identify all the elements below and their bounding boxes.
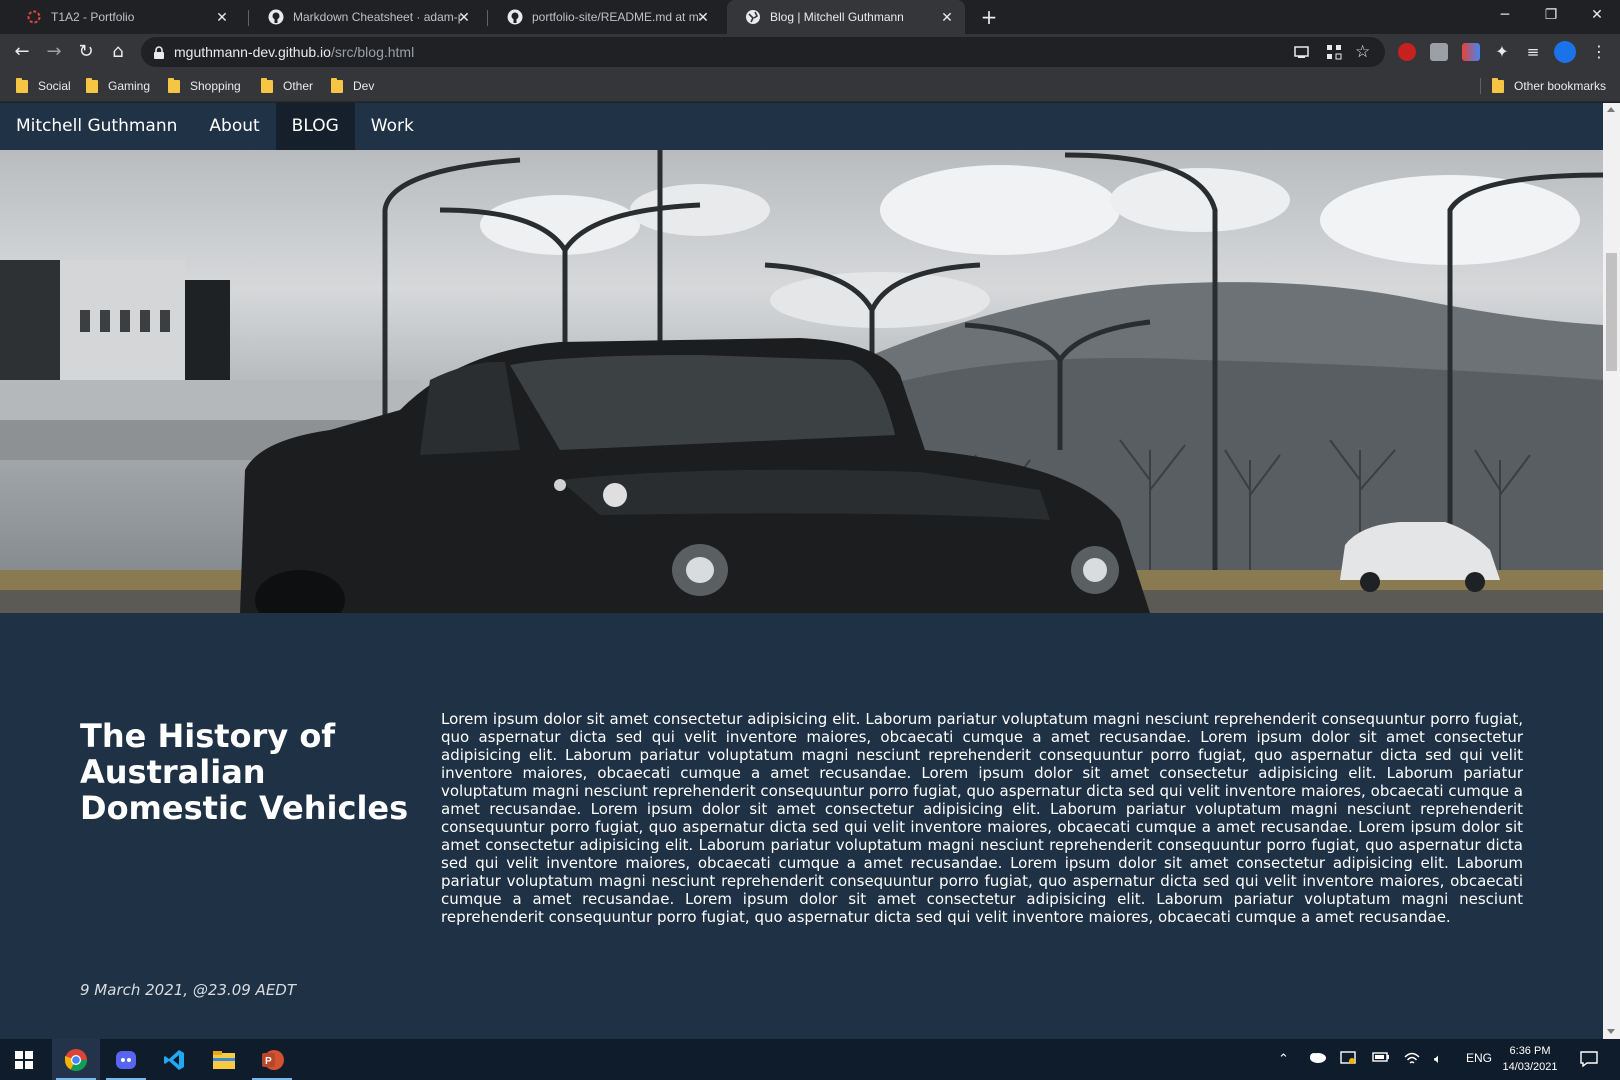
globe-icon bbox=[745, 9, 761, 25]
battery-icon[interactable] bbox=[1372, 1051, 1390, 1066]
url-host: mguthmann-dev.github.io bbox=[174, 44, 331, 60]
folder-icon bbox=[1492, 77, 1504, 93]
hero-image bbox=[0, 150, 1603, 613]
tab-divider bbox=[248, 10, 249, 26]
bookmark-gaming[interactable]: Gaming bbox=[86, 77, 150, 95]
reload-icon[interactable]: ↻ bbox=[72, 38, 100, 66]
onedrive-cloud-icon[interactable] bbox=[1308, 1051, 1326, 1066]
menu-icon[interactable]: ⋮ bbox=[1590, 43, 1608, 61]
profile-avatar[interactable] bbox=[1554, 41, 1576, 63]
volume-icon[interactable]: 🔈︎ bbox=[1434, 1051, 1442, 1067]
folder-icon bbox=[331, 77, 343, 93]
folder-icon bbox=[86, 77, 98, 93]
clock-date: 14/03/2021 bbox=[1502, 1061, 1558, 1073]
bookmark-shopping[interactable]: Shopping bbox=[168, 77, 241, 95]
bookmark-star-icon[interactable]: ☆ bbox=[1355, 43, 1373, 61]
bookmark-label: Other bookmarks bbox=[1514, 79, 1607, 93]
tab-title: T1A2 - Portfolio bbox=[51, 10, 135, 24]
bookmark-label: Shopping bbox=[190, 79, 241, 93]
bookmark-label: Gaming bbox=[108, 79, 151, 93]
close-icon[interactable]: ✕ bbox=[939, 9, 955, 25]
tab-title: portfolio-site/README.md at ma bbox=[532, 10, 700, 24]
forward-arrow-icon[interactable]: → bbox=[40, 38, 68, 66]
nav-about[interactable]: About bbox=[193, 103, 275, 150]
windows-start-icon[interactable] bbox=[0, 1039, 48, 1080]
minimize-icon[interactable]: ─ bbox=[1482, 0, 1528, 30]
tab-blog[interactable]: Blog | Mitchell Guthmann ✕ bbox=[727, 0, 965, 34]
security-icon[interactable] bbox=[1340, 1051, 1356, 1068]
browser-toolbar: ← → ↻ ⌂ mguthmann-dev.github.io/src/blog… bbox=[0, 34, 1620, 70]
tab-title: Blog | Mitchell Guthmann bbox=[770, 10, 904, 24]
clock-time: 6:36 PM bbox=[1509, 1045, 1551, 1057]
site-nav: Mitchell Guthmann About BLOG Work bbox=[0, 103, 1603, 150]
cast-icon[interactable] bbox=[1293, 43, 1311, 61]
wifi-icon[interactable] bbox=[1404, 1051, 1420, 1068]
tab-t1a2[interactable]: T1A2 - Portfolio ✕ bbox=[8, 0, 240, 34]
powerpoint-icon[interactable]: P bbox=[248, 1039, 296, 1080]
chrome-icon[interactable] bbox=[52, 1039, 100, 1080]
url-text: mguthmann-dev.github.io/src/blog.html bbox=[174, 44, 414, 60]
restore-icon[interactable]: ❐ bbox=[1528, 0, 1574, 30]
github-icon bbox=[268, 9, 284, 25]
notifications-icon[interactable] bbox=[1580, 1051, 1598, 1070]
github-icon bbox=[507, 9, 523, 25]
folder-icon bbox=[168, 77, 180, 93]
scrollbar-thumb[interactable] bbox=[1606, 253, 1617, 371]
post-title: The History of Australian Domestic Vehic… bbox=[80, 717, 409, 827]
nav-home-brand[interactable]: Mitchell Guthmann bbox=[0, 103, 193, 150]
qr-code-icon[interactable] bbox=[1325, 43, 1343, 61]
clock[interactable]: 6:36 PM 14/03/2021 bbox=[1495, 1043, 1565, 1075]
puzzle-icon[interactable]: ✦ bbox=[1493, 43, 1511, 61]
bookmark-label: Social bbox=[38, 79, 71, 93]
tab-readme[interactable]: portfolio-site/README.md at ma ✕ bbox=[489, 0, 721, 34]
address-bar[interactable]: mguthmann-dev.github.io/src/blog.html ☆ bbox=[141, 37, 1385, 67]
folder-icon bbox=[16, 77, 28, 93]
bookmark-label: Other bbox=[283, 79, 314, 93]
nav-work[interactable]: Work bbox=[355, 103, 430, 150]
post-date: 9 March 2021, @23.09 AEDT bbox=[80, 981, 297, 999]
bookmark-label: Dev bbox=[353, 79, 375, 93]
chevron-up-icon[interactable]: ⌃ bbox=[1278, 1051, 1289, 1067]
loading-ring-icon bbox=[26, 9, 42, 25]
bookmark-other[interactable]: Other bbox=[261, 77, 313, 95]
url-path: /src/blog.html bbox=[330, 44, 415, 60]
tab-title: Markdown Cheatsheet · adam-p/ bbox=[293, 10, 461, 24]
vscode-icon[interactable] bbox=[150, 1039, 198, 1080]
svg-text:P: P bbox=[265, 1056, 272, 1067]
tab-markdown-cheatsheet[interactable]: Markdown Cheatsheet · adam-p/ ✕ bbox=[250, 0, 482, 34]
home-icon[interactable]: ⌂ bbox=[104, 38, 132, 66]
blog-post: The History of Australian Domestic Vehic… bbox=[0, 613, 1603, 1039]
bookmark-divider bbox=[1480, 78, 1481, 94]
extension-icon[interactable] bbox=[1462, 43, 1480, 61]
language-indicator[interactable]: ENG bbox=[1466, 1051, 1492, 1065]
tab-divider bbox=[487, 10, 488, 26]
close-icon[interactable]: ✕ bbox=[214, 9, 230, 25]
page-viewport: Mitchell Guthmann About BLOG Work The Hi… bbox=[0, 103, 1603, 1039]
extension-icon[interactable] bbox=[1430, 43, 1448, 61]
new-tab-plus-icon[interactable]: + bbox=[977, 5, 1001, 29]
folder-icon bbox=[261, 77, 273, 93]
file-explorer-icon[interactable] bbox=[200, 1039, 248, 1080]
tab-strip: T1A2 - Portfolio ✕ Markdown Cheatsheet ·… bbox=[0, 0, 1620, 34]
close-icon[interactable]: ✕ bbox=[695, 9, 711, 25]
close-window-icon[interactable]: ✕ bbox=[1574, 0, 1620, 30]
close-icon[interactable]: ✕ bbox=[456, 9, 472, 25]
nav-blog[interactable]: BLOG bbox=[275, 103, 355, 150]
lock-icon bbox=[153, 45, 165, 64]
bookmarks-bar: Social Gaming Shopping Other Dev Other b… bbox=[0, 70, 1620, 102]
bookmark-dev[interactable]: Dev bbox=[331, 77, 374, 95]
scroll-up-arrow-icon[interactable] bbox=[1607, 107, 1615, 112]
reading-list-icon[interactable]: ≡ bbox=[1524, 43, 1542, 61]
ublock-icon[interactable] bbox=[1398, 43, 1416, 61]
windows-taskbar: P ⌃ 🔈︎ ENG 6:36 PM 14/03/2021 bbox=[0, 1039, 1620, 1080]
post-body: Lorem ipsum dolor sit amet consectetur a… bbox=[441, 710, 1523, 926]
discord-icon[interactable] bbox=[102, 1039, 150, 1080]
page-scrollbar[interactable] bbox=[1603, 103, 1620, 1039]
back-arrow-icon[interactable]: ← bbox=[8, 38, 36, 66]
other-bookmarks[interactable]: Other bookmarks bbox=[1492, 77, 1606, 95]
bookmark-social[interactable]: Social bbox=[16, 77, 71, 95]
scroll-down-arrow-icon[interactable] bbox=[1607, 1029, 1615, 1034]
